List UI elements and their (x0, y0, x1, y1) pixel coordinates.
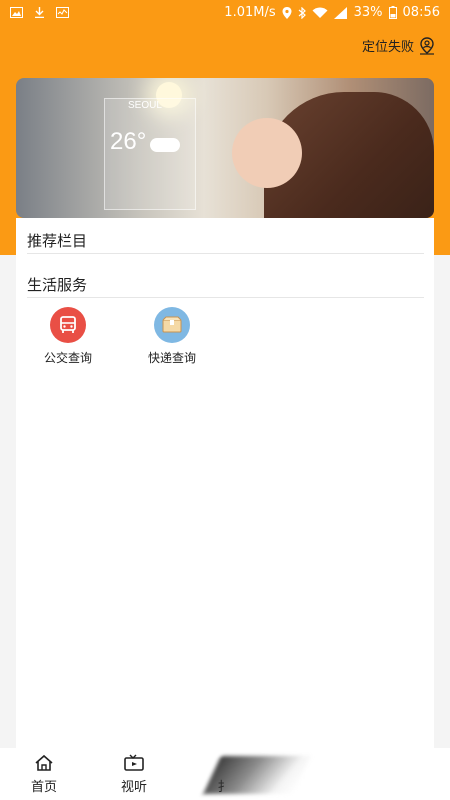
service-express-label: 快递查询 (147, 351, 196, 365)
recommended-divider (27, 253, 424, 254)
service-express-query[interactable]: 快递查询 (132, 307, 212, 366)
download-icon (35, 7, 44, 18)
cloud-icon (150, 138, 180, 152)
tab-home-label: 首页 (30, 780, 57, 795)
tab-home[interactable]: 首页 (14, 748, 74, 800)
battery-percent: 33% (353, 5, 383, 20)
bluetooth-icon (298, 6, 306, 19)
service-bus-label: 公交查询 (43, 351, 92, 365)
package-icon (154, 307, 190, 343)
location-person-icon (420, 36, 434, 55)
location-status[interactable]: 定位失败 (362, 36, 436, 55)
wifi-icon (312, 7, 328, 18)
home-icon (35, 754, 53, 771)
life-services-divider (27, 297, 424, 298)
location-label: 定位失败 (361, 40, 414, 55)
tab-audio-visual[interactable]: 视听 (104, 748, 164, 800)
status-bar: 1.01M/s 33% 08:56 (0, 0, 450, 25)
tv-icon (124, 754, 144, 771)
banner-city: SEOUL (128, 100, 162, 111)
battery-icon (388, 6, 397, 19)
signal-icon (333, 6, 347, 19)
gallery-icon (10, 7, 23, 18)
network-speed: 1.01M/s (224, 5, 276, 20)
banner-image[interactable]: SEOUL 26° (16, 78, 434, 218)
banner-temperature: 26° (110, 128, 147, 155)
location-pin-icon (282, 6, 292, 19)
tab-audio-visual-label: 视听 (120, 780, 147, 795)
banner-person-face (232, 118, 302, 188)
bus-icon (50, 307, 86, 343)
content-card: 推荐栏目 生活服务 公交查询 快递查询 (16, 218, 434, 778)
life-services-title: 生活服务 (27, 276, 88, 294)
recommended-title: 推荐栏目 (27, 232, 88, 250)
clock: 08:56 (402, 5, 440, 20)
service-bus-query[interactable]: 公交查询 (28, 307, 108, 366)
brush-stroke-overlay (203, 756, 311, 794)
activity-icon (56, 7, 69, 18)
